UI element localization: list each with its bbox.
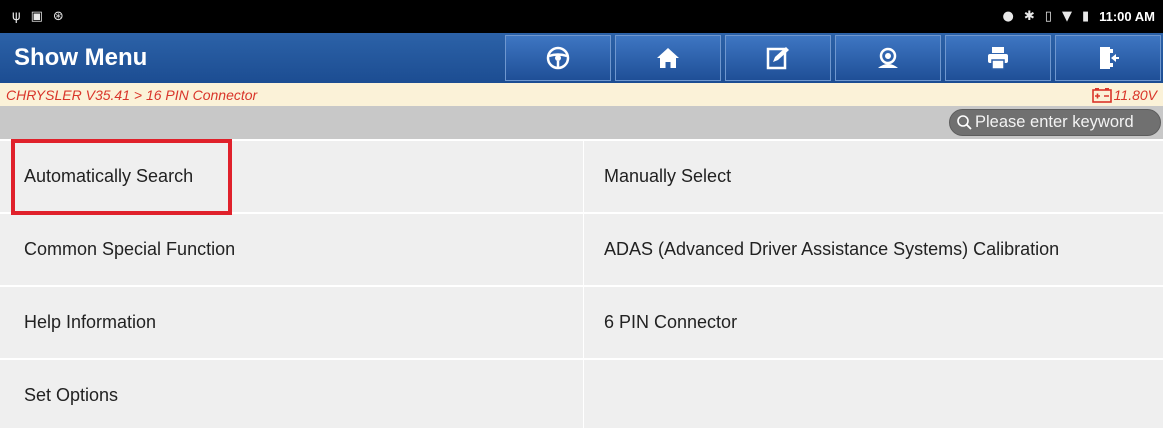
breadcrumb-bar: CHRYSLER V35.41 > 16 PIN Connector 11.80… (0, 83, 1163, 106)
exit-button[interactable] (1055, 35, 1161, 81)
search-placeholder: Please enter keyword (975, 113, 1134, 131)
toolbar (505, 33, 1161, 83)
battery-icon: ▮ (1081, 9, 1090, 24)
usb-icon: ψ (12, 9, 21, 24)
home-icon (657, 48, 679, 68)
image-icon: ▣ (30, 9, 43, 24)
edit-report-button[interactable] (725, 35, 831, 81)
car-battery-icon (1091, 87, 1112, 103)
page-title: Show Menu (14, 44, 148, 71)
status-bar-left: ψ ▣ ⊛ (12, 10, 64, 23)
print-button[interactable] (945, 35, 1051, 81)
menu-item-adas-calibration[interactable]: ADAS (Advanced Driver Assistance Systems… (584, 214, 1163, 285)
home-button[interactable] (615, 35, 721, 81)
location-icon: ● (1002, 9, 1014, 24)
steering-wheel-button[interactable] (505, 35, 611, 81)
edit-report-icon (766, 47, 789, 70)
search-input[interactable]: Please enter keyword (949, 109, 1161, 136)
menu-item-automatically-search[interactable]: Automatically Search (0, 141, 583, 212)
bluetooth-icon: ✱ (1023, 9, 1035, 24)
menu-item-empty (584, 360, 1163, 428)
menu-item-common-special-function[interactable]: Common Special Function (0, 214, 583, 285)
voltage-indicator: 11.80V (1091, 86, 1157, 103)
search-bar: Please enter keyword (0, 106, 1163, 139)
menu-grid: Automatically Search Manually Select Com… (0, 141, 1163, 428)
status-bar: ψ ▣ ⊛ ● ✱ ▯ ▼ ▮ 11:00 AM (0, 0, 1163, 33)
print-icon (988, 47, 1008, 70)
support-button[interactable] (835, 35, 941, 81)
wifi-icon: ▼ (1061, 9, 1072, 24)
status-time: 11:00 AM (1099, 9, 1155, 24)
breadcrumb: CHRYSLER V35.41 > 16 PIN Connector (6, 86, 258, 103)
bluetooth-badge-icon: ⊛ (52, 9, 64, 24)
menu-item-set-options[interactable]: Set Options (0, 360, 583, 428)
steering-wheel-icon (546, 46, 570, 70)
search-icon (957, 115, 972, 130)
menu-item-help-information[interactable]: Help Information (0, 287, 583, 358)
exit-icon (1100, 47, 1119, 69)
voltage-value: 11.80V (1113, 86, 1157, 103)
vibrate-icon: ▯ (1044, 9, 1052, 24)
menu-item-6-pin-connector[interactable]: 6 PIN Connector (584, 287, 1163, 358)
menu-item-manually-select[interactable]: Manually Select (584, 141, 1163, 212)
app-header: Show Menu (0, 33, 1163, 83)
support-icon (878, 47, 898, 68)
status-bar-right: ● ✱ ▯ ▼ ▮ 11:00 AM (1003, 9, 1155, 24)
